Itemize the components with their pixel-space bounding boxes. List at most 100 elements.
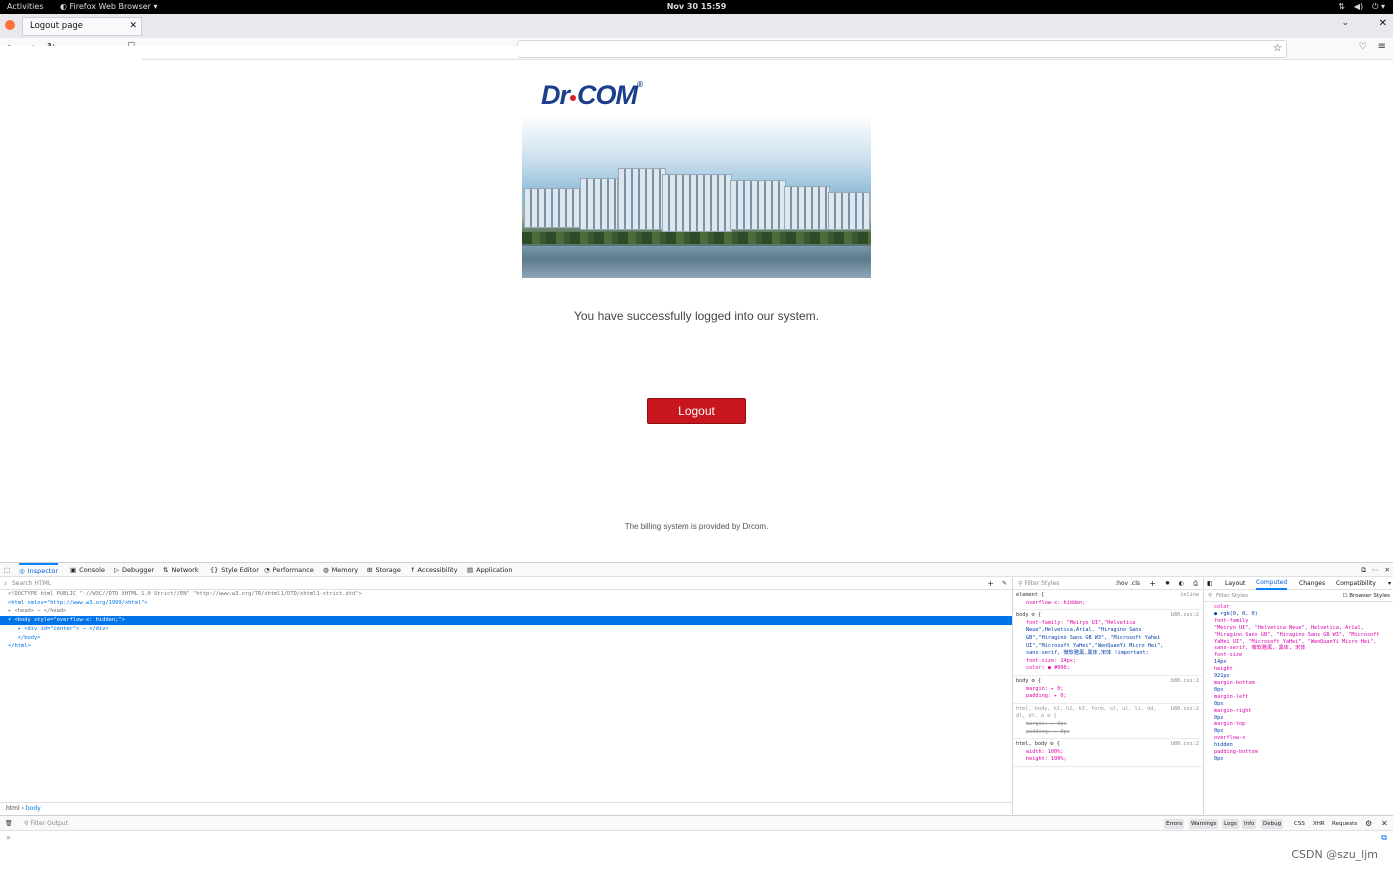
rules-filter-input[interactable]: ⚲ Filter Styles :hov .cls + ✹ ◐ ⎙ [1013, 578, 1202, 590]
computed-property[interactable]: margin-right [1204, 708, 1393, 715]
clear-console-icon[interactable]: 🗑 [5, 816, 13, 831]
filter-debug[interactable]: Debug [1261, 819, 1284, 829]
new-rule-icon[interactable]: + [1149, 578, 1156, 590]
pocket-icon[interactable]: ♡ [1359, 42, 1367, 52]
filter-icon: ⚲ [1208, 593, 1213, 599]
filter-xhr[interactable]: XHR [1311, 819, 1327, 829]
clock[interactable]: Nov 30 15:59 [0, 0, 1393, 14]
filter-requests[interactable]: Requests [1330, 819, 1359, 829]
filter-info[interactable]: Info [1242, 819, 1257, 829]
search-html-input[interactable]: ⌕ Search HTML + ✎ [0, 578, 1012, 590]
url-bar[interactable]: ☆ [517, 40, 1287, 58]
console-input[interactable]: » ⧉ [0, 831, 1393, 845]
breadcrumb-item[interactable]: body [26, 805, 41, 812]
console-filter-input[interactable]: ⚲ Filter Output [24, 816, 68, 831]
dock-side-icon[interactable]: ⧉ [1361, 563, 1366, 577]
pseudo-class-toggle[interactable]: :hov .cls [1115, 578, 1140, 590]
tab-changes[interactable]: Changes [1299, 578, 1325, 590]
editor-mode-icon[interactable]: ⧉ [1381, 831, 1387, 845]
page-overlay [142, 46, 518, 58]
filter-warnings[interactable]: Warnings [1189, 819, 1219, 829]
close-devtools-icon[interactable]: ✕ [1385, 563, 1390, 577]
markup-node[interactable]: </body> [0, 634, 1012, 643]
markup-node[interactable]: <!DOCTYPE html PUBLIC "-//W3C//DTD XHTML… [0, 590, 1012, 599]
computed-value: 921px [1214, 673, 1230, 680]
tab-compatibility[interactable]: Compatibility [1336, 578, 1376, 590]
building [618, 168, 666, 230]
breadcrumb-item[interactable]: html [6, 805, 20, 812]
light-scheme-icon[interactable]: ✹ [1165, 578, 1170, 590]
system-top-bar: Activities ◐ Firefox Web Browser ▾ Nov 3… [0, 0, 1393, 14]
browser-styles-checkbox[interactable]: ☐ Browser Styles [1343, 590, 1390, 602]
tab-console[interactable]: ▣ Console [70, 563, 105, 577]
network-tab-icon: ⇅ [163, 566, 169, 574]
tab-memory[interactable]: ◍ Memory [323, 563, 358, 577]
breadcrumb: html › body [0, 802, 1012, 814]
markup-node[interactable]: ▸ <head> ⋯ </head> [0, 607, 1012, 616]
building [580, 178, 618, 230]
filter-logs[interactable]: Logs [1222, 819, 1239, 829]
accessibility-icon: ☨ [411, 566, 415, 574]
computed-property[interactable]: padding-bottom [1204, 749, 1393, 756]
add-node-icon[interactable]: + [987, 578, 994, 590]
computed-property[interactable]: color [1204, 604, 1393, 611]
computed-property[interactable]: margin-bottom [1204, 680, 1393, 687]
console-settings-icon[interactable]: ⚙ [1365, 816, 1372, 831]
close-window-icon[interactable]: ✕ [1379, 18, 1387, 29]
sidebar-toggle-icon[interactable]: ◧ [1207, 578, 1213, 590]
computed-property[interactable]: margin-left [1204, 694, 1393, 701]
menu-icon[interactable]: ≡ [1378, 41, 1386, 52]
tab-style-editor[interactable]: {} Style Editor [210, 563, 259, 577]
list-all-tabs-icon[interactable]: ⌄ [1341, 18, 1349, 28]
computed-property[interactable]: height [1204, 666, 1393, 673]
tab-application[interactable]: ▤ Application [467, 563, 512, 577]
devtools-menu-icon[interactable]: ⋯ [1372, 563, 1379, 577]
bookmark-star-icon[interactable]: ☆ [1273, 43, 1282, 54]
tab-storage[interactable]: ⊞ Storage [367, 563, 401, 577]
element-picker-icon[interactable]: ⬚ [4, 563, 10, 577]
markup-node[interactable]: <html xmlns="http://www.w3.org/1999/xhtm… [0, 599, 1012, 608]
markup-node[interactable]: ▸ <div id="center"> ⋯ </div> [0, 625, 1012, 634]
computed-list: color ● rgb(0, 0, 0) font-family "Meiryo… [1204, 602, 1393, 763]
computed-property[interactable]: font-family [1204, 618, 1393, 625]
computed-property[interactable]: margin-top [1204, 721, 1393, 728]
markup-node-selected[interactable]: ▾ <body style="overflow-x: hidden;"> [0, 616, 1012, 625]
page-overlay [0, 46, 142, 60]
css-rule[interactable]: body ⚙ { b80.css:2 font-family: "Meiryo … [1013, 610, 1202, 676]
computed-panel: ◧ Layout Computed Changes Compatibility … [1203, 578, 1393, 814]
debugger-icon: ▷ [114, 566, 119, 574]
filter-css[interactable]: CSS [1292, 819, 1307, 829]
print-media-icon[interactable]: ⎙ [1193, 578, 1198, 590]
markup-node[interactable]: </html> [0, 642, 1012, 651]
css-rule[interactable]: html, body ⚙ { b80.css:2 width: 100%; he… [1013, 739, 1202, 767]
tab-inspector[interactable]: ◎ Inspector [19, 563, 58, 577]
tab-computed[interactable]: Computed [1256, 578, 1288, 590]
css-rule[interactable]: element { inline overflow-x: hidden; [1013, 590, 1202, 611]
tab-accessibility[interactable]: ☨ Accessibility [411, 563, 458, 577]
system-tray[interactable]: ⇅ ◀) ⏻ ▾ [1338, 0, 1385, 14]
eyedropper-icon[interactable]: ✎ [1002, 578, 1007, 590]
css-rule[interactable]: body ⚙ { b80.css:2 margin: ▸ 0; padding:… [1013, 676, 1202, 704]
tab-network[interactable]: ⇅ Network [163, 563, 199, 577]
tab-layout[interactable]: Layout [1225, 578, 1245, 590]
filter-errors[interactable]: Errors [1164, 819, 1185, 829]
console-toolbar: 🗑 ⚲ Filter Output Errors Warnings Logs I… [0, 815, 1393, 831]
firefox-view-icon[interactable] [5, 20, 15, 30]
application-icon: ▤ [467, 566, 474, 574]
computed-value: 0px [1214, 714, 1224, 721]
logout-button[interactable]: Logout [647, 398, 746, 424]
tab-logout-page[interactable]: Logout page ✕ [22, 17, 142, 36]
performance-icon: ◔ [264, 566, 270, 574]
close-tab-icon[interactable]: ✕ [129, 18, 137, 35]
more-tabs-icon[interactable]: ▾ [1388, 578, 1391, 590]
computed-filter-input[interactable]: ⚲ Filter Styles ☐ Browser Styles [1204, 590, 1393, 602]
tab-debugger[interactable]: ▷ Debugger [114, 563, 154, 577]
close-split-console-icon[interactable]: ✕ [1381, 816, 1388, 831]
css-rule[interactable]: html, body, h1, h2, h3, form, ol, ul, li… [1013, 704, 1202, 740]
building [784, 186, 830, 230]
dark-scheme-icon[interactable]: ◐ [1179, 578, 1184, 590]
computed-property[interactable]: overflow-x [1204, 735, 1393, 742]
memory-icon: ◍ [323, 566, 329, 574]
computed-property[interactable]: font-size [1204, 652, 1393, 659]
tab-performance[interactable]: ◔ Performance [264, 563, 314, 577]
